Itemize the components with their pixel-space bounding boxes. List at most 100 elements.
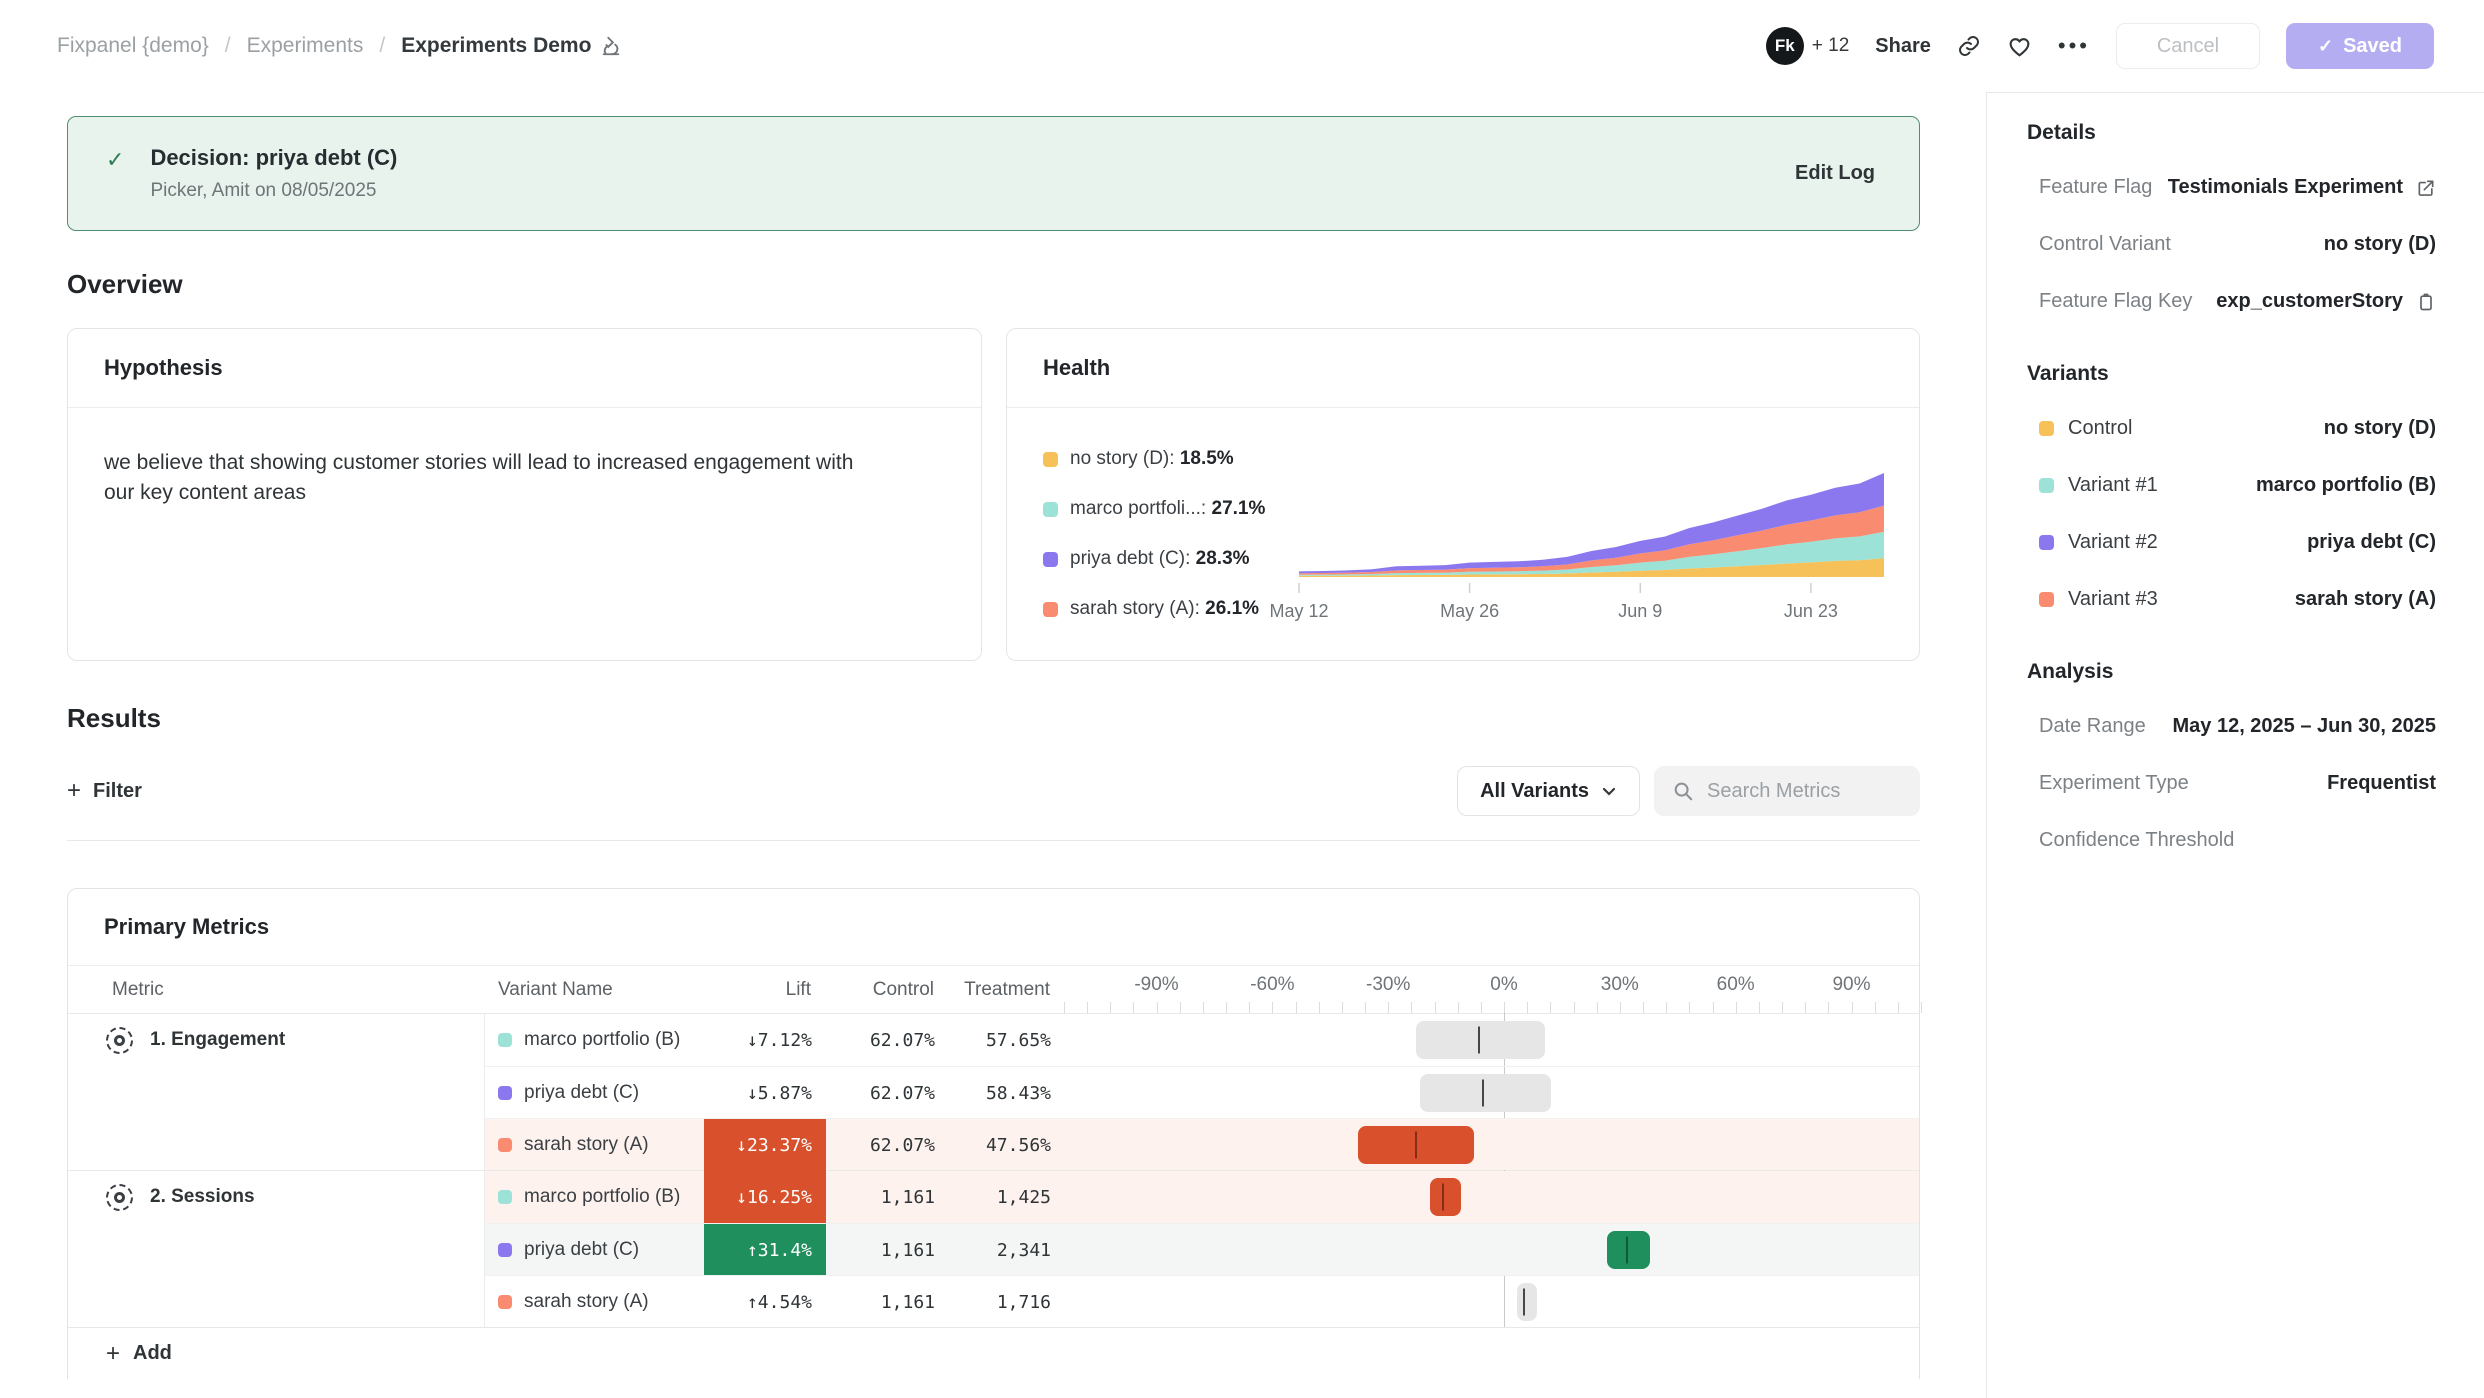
share-button[interactable]: Share [1875,35,1931,58]
axis-minor-tick [1759,1002,1760,1013]
row-label: Experiment Type [2039,772,2189,795]
copy-icon[interactable] [2416,292,2436,312]
add-metric-button[interactable]: +Add [68,1327,1919,1379]
axis-minor-tick [1782,1002,1783,1013]
treatment-cell: 47.56% [943,1119,1061,1171]
metric-icon [106,1184,133,1211]
health-card: Health no story (D): 18.5% marco portfol… [1006,328,1920,661]
axis-minor-tick [1504,1002,1505,1013]
table-row[interactable]: sarah story (A) ↑4.54% 1,161 1,716 [485,1275,1919,1327]
axis-minor-tick [1087,1002,1088,1013]
axis-minor-tick [1527,1002,1528,1013]
lift-cell: ↑4.54% [704,1276,826,1328]
control-cell: 62.07% [826,1014,943,1066]
axis-minor-tick [1550,1002,1551,1013]
confidence-interval-cell [1061,1067,1919,1119]
lift-point-marker [1523,1289,1525,1316]
table-row[interactable]: priya debt (C) ↑31.4% 1,161 2,341 [485,1223,1919,1275]
plus-icon: + [67,777,81,805]
table-row[interactable]: priya debt (C) ↓5.87% 62.07% 58.43% [485,1066,1919,1118]
edit-log-button[interactable]: Edit Log [1795,162,1875,185]
toolbar-divider [67,840,1920,841]
control-cell: 1,161 [826,1276,943,1328]
axis-minor-tick [1921,1002,1922,1013]
add-filter-button[interactable]: + Filter [67,777,142,805]
column-treatment: Treatment [942,966,1060,1013]
sidebar-row: Variant #1 marco portfolio (B) [2027,457,2436,514]
row-label: Feature Flag Key [2039,290,2192,313]
metrics-search[interactable] [1654,766,1920,816]
column-metric: Metric [68,966,484,1013]
avatar[interactable]: Fk [1766,27,1804,65]
legend-item: no story (D): 18.5% [1043,448,1299,470]
variant-swatch [498,1086,512,1100]
saved-button[interactable]: ✓ Saved [2286,23,2434,69]
axis-minor-tick [1481,1002,1482,1013]
x-tick-label: Jun 9 [1618,601,1662,621]
external-link-icon[interactable] [2416,178,2436,198]
search-icon [1672,780,1694,802]
cancel-button[interactable]: Cancel [2116,23,2260,69]
copy-link-button[interactable] [1957,34,1981,58]
row-value[interactable]: exp_customerStory [2216,290,2436,313]
lift-point-marker [1442,1184,1444,1211]
table-row[interactable]: sarah story (A) ↓23.37% 62.07% 47.56% [485,1118,1919,1170]
table-row[interactable]: marco portfolio (B) ↓16.25% 1,161 1,425 [485,1171,1919,1223]
treatment-cell: 58.43% [943,1067,1061,1119]
axis-minor-tick [1249,1002,1250,1013]
variant-name-cell: priya debt (C) [485,1224,704,1276]
x-tick-label: May 26 [1440,601,1499,621]
favorite-button[interactable] [2007,34,2032,59]
collaborators[interactable]: Fk + 12 [1766,27,1850,65]
health-title: Health [1007,329,1919,408]
metric-name[interactable]: 1. Engagement [68,1014,484,1066]
variant-name-cell: sarah story (A) [485,1276,704,1328]
check-icon: ✓ [2318,36,2333,57]
search-input[interactable] [1707,780,1897,803]
primary-metrics-table: Metric Variant Name Lift Control Treatme… [68,966,1919,1379]
control-cell: 62.07% [826,1119,943,1171]
breadcrumb-current[interactable]: Experiments Demo [401,34,622,58]
axis-minor-tick [1713,1002,1714,1013]
sidebar-section-details: Details Feature Flag Testimonials Experi… [2027,121,2436,330]
lift-point-marker [1478,1027,1480,1054]
axis-minor-tick [1828,1002,1829,1013]
sidebar-row: Confidence Threshold [2027,812,2436,869]
variant-swatch [498,1033,512,1047]
breadcrumb: Fixpanel {demo} / Experiments / Experime… [57,34,622,58]
variants-dropdown[interactable]: All Variants [1457,766,1640,816]
hypothesis-card: Hypothesis we believe that showing custo… [67,328,982,661]
row-value[interactable]: Testimonials Experiment [2168,176,2436,199]
sidebar-row: Feature Flag Testimonials Experiment [2027,159,2436,216]
table-row[interactable]: marco portfolio (B) ↓7.12% 62.07% 57.65% [485,1014,1919,1066]
main-content: ✓ Decision: priya debt (C) Picker, Amit … [0,92,1986,1398]
legend-item: marco portfoli...: 27.1% [1043,498,1299,520]
control-cell: 62.07% [826,1067,943,1119]
breadcrumb-project[interactable]: Fixpanel {demo} [57,34,209,58]
axis-label: 30% [1601,974,1639,996]
plus-icon: + [106,1340,120,1368]
axis-minor-tick [1342,1002,1343,1013]
lift-cell: ↓16.25% [704,1171,826,1223]
x-tick-label: Jun 23 [1784,601,1838,621]
axis-minor-tick [1666,1002,1667,1013]
metric-name[interactable]: 2. Sessions [68,1171,484,1223]
link-icon [1957,34,1981,58]
row-label: Variant #3 [2039,588,2158,611]
row-label: Feature Flag [2039,176,2152,199]
sidebar-row: Feature Flag Key exp_customerStory [2027,273,2436,330]
axis-minor-tick [1620,1002,1621,1013]
lift-cell: ↓23.37% [704,1119,826,1171]
variant-swatch [498,1190,512,1204]
sidebar-section-variants: Variants Control no story (D) Variant #1… [2027,362,2436,628]
treatment-cell: 1,716 [943,1276,1061,1328]
breadcrumb-experiments[interactable]: Experiments [247,34,364,58]
results-heading: Results [67,703,1920,734]
top-bar: Fixpanel {demo} / Experiments / Experime… [0,0,2484,92]
legend-swatch [1043,452,1058,467]
axis-minor-tick [1689,1002,1690,1013]
axis-minor-tick [1435,1002,1436,1013]
more-options-button[interactable]: ••• [2058,33,2090,59]
health-chart: May 12May 26Jun 9Jun 23 [1299,448,1889,620]
health-area-chart: May 12May 26Jun 9Jun 23 [1299,465,1889,620]
